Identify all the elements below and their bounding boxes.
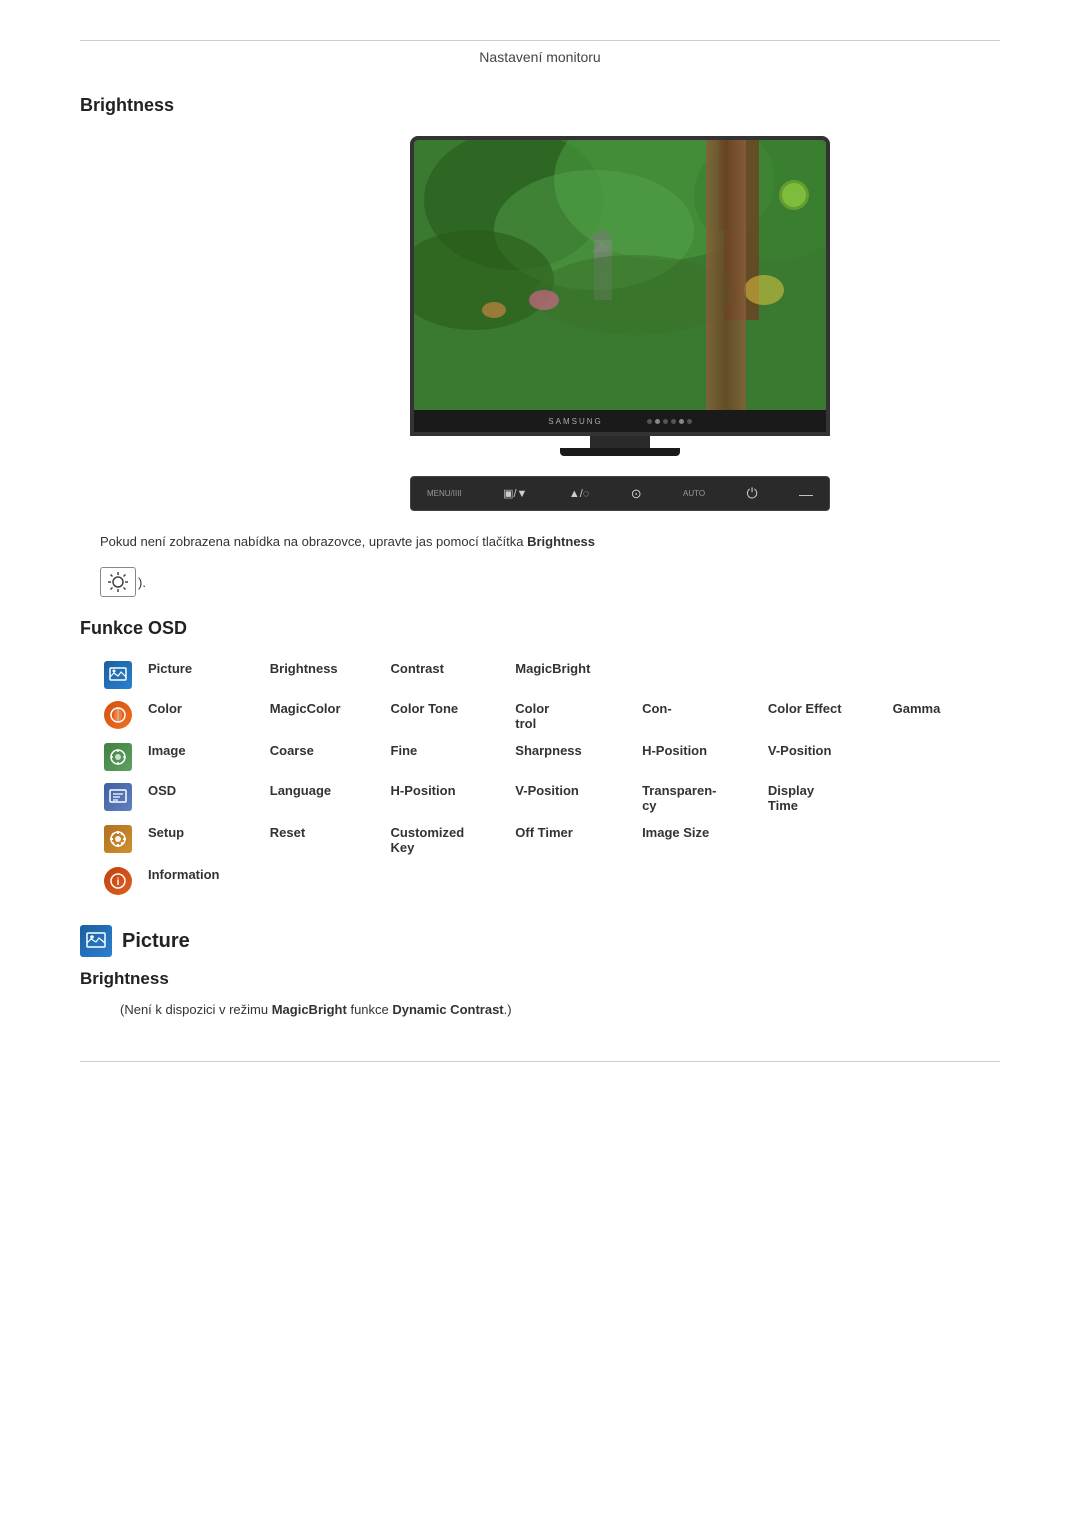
monitor-dot-4 xyxy=(671,419,676,424)
svg-text:i: i xyxy=(117,877,120,888)
osd-item-hposition2: H-Position xyxy=(387,777,512,819)
osd-item-vposition1: V-Position xyxy=(764,737,889,777)
instruction-block: Pokud není zobrazena nabídka na obrazovc… xyxy=(80,531,1000,598)
osd-item-imagesize: Image Size xyxy=(638,819,764,861)
monitor-dot-3 xyxy=(663,419,668,424)
ctrl-auto-label: AUTO xyxy=(683,489,705,498)
osd-label-osd: OSD xyxy=(144,777,266,819)
sun-icon xyxy=(107,571,129,593)
ctrl-nav2: ▲/◌ xyxy=(569,488,589,500)
osd-icon-image-cell xyxy=(100,737,144,777)
osd-item-reset: Reset xyxy=(266,819,387,861)
picture-title-row: Picture xyxy=(80,925,1000,957)
osd-item-fine: Fine xyxy=(387,737,512,777)
image-icon-svg xyxy=(108,747,128,767)
funkce-osd-title: Funkce OSD xyxy=(80,618,1000,639)
osd-item-magicbright: MagicBright xyxy=(511,655,638,695)
osd-item-colortrol: Colortrol xyxy=(511,695,638,737)
picture-section-title: Picture xyxy=(122,930,190,953)
osd-label-information: Information xyxy=(144,861,266,901)
note-bold2: Dynamic Contrast xyxy=(392,1002,503,1017)
osd-row-picture: Picture Brightness Contrast MagicBright xyxy=(100,655,1000,695)
monitor-dot-2 xyxy=(655,419,660,424)
top-rule xyxy=(80,40,1000,41)
osd-item-magiccolor: MagicColor xyxy=(266,695,387,737)
setup-icon-svg xyxy=(108,829,128,849)
bottom-rule xyxy=(80,1061,1000,1062)
instruction-text: Pokud není zobrazena nabídka na obrazovc… xyxy=(90,531,1000,553)
osd-item-coloreffect: Color Effect xyxy=(764,695,889,737)
monitor-dot-6 xyxy=(687,419,692,424)
osd-item-transparency: Transparen-cy xyxy=(638,777,764,819)
osd-item-language: Language xyxy=(266,777,387,819)
osd-row-information: i Information xyxy=(100,861,1000,901)
osd-icon-setup-cell xyxy=(100,819,144,861)
instruction-paren: ). xyxy=(138,575,146,590)
osd-item-brightness: Brightness xyxy=(266,655,387,695)
note-bold1: MagicBright xyxy=(272,1002,347,1017)
osd-label-picture: Picture xyxy=(144,655,266,695)
note-text: (Není k dispozici v režimu MagicBright f… xyxy=(80,999,1000,1021)
section-brightness-title: Brightness xyxy=(80,95,1000,116)
osd-item-displaytime: DisplayTime xyxy=(764,777,889,819)
osd-icon-color-cell xyxy=(100,695,144,737)
ctrl-nav1: ▣/▼ xyxy=(503,487,527,500)
osd-item-vposition2: V-Position xyxy=(511,777,638,819)
osd-item-coarse: Coarse xyxy=(266,737,387,777)
ctrl-minus: — xyxy=(799,486,813,502)
osd-row-image: Image Coarse Fine Sharpness H-Position V… xyxy=(100,737,1000,777)
monitor-dots xyxy=(647,419,692,424)
osd-row-osd: OSD Language H-Position V-Position Trans… xyxy=(100,777,1000,819)
brightness-icon-container: ). xyxy=(100,567,146,597)
picture-section: Picture Brightness (Není k dispozici v r… xyxy=(80,925,1000,1021)
osd-table: Picture Brightness Contrast MagicBright xyxy=(100,655,1000,901)
brightness-button-icon xyxy=(100,567,136,597)
information-icon-svg: i xyxy=(109,872,127,890)
osd-row-color: Color MagicColor Color Tone Colortrol Co… xyxy=(100,695,1000,737)
control-bar: MENU/IIII ▣/▼ ▲/◌ ⊙ AUTO ⏻ — xyxy=(410,476,830,511)
osd-item-customizedkey: CustomizedKey xyxy=(387,819,512,861)
osd-icon-osd-cell xyxy=(100,777,144,819)
osd-icon-picture-cell xyxy=(100,655,144,695)
ctrl-auto: AUTO xyxy=(683,489,705,498)
monitor-dot-5 xyxy=(679,419,684,424)
ctrl-menu-label: MENU/IIII xyxy=(427,489,462,498)
ctrl-nav3: ⊙ xyxy=(631,486,642,502)
osd-icon xyxy=(104,783,132,811)
osd-label-color: Color xyxy=(144,695,266,737)
monitor-stand xyxy=(590,436,650,448)
monitor-frame: SAMSUNG xyxy=(410,136,830,436)
page-title: Nastavení monitoru xyxy=(80,49,1000,65)
osd-item-colortone: Color Tone xyxy=(387,695,512,737)
picture-section-icon-svg xyxy=(85,930,107,952)
monitor-screen xyxy=(414,140,826,410)
samsung-logo: SAMSUNG xyxy=(548,417,602,426)
osd-label-image: Image xyxy=(144,737,266,777)
osd-item-hposition1: H-Position xyxy=(638,737,764,777)
osd-icon-svg xyxy=(108,787,128,807)
osd-icon-information-cell: i xyxy=(100,861,144,901)
osd-item-offtimer: Off Timer xyxy=(511,819,638,861)
monitor-dot-1 xyxy=(647,419,652,424)
monitor-bottom-bar: SAMSUNG xyxy=(414,410,826,432)
osd-item-contrast: Contrast xyxy=(387,655,512,695)
image-icon xyxy=(104,743,132,771)
osd-item-con: Con- xyxy=(638,695,764,737)
picture-icon xyxy=(104,661,132,689)
ctrl-menu: MENU/IIII xyxy=(427,489,462,498)
picture-icon-svg xyxy=(108,665,128,685)
osd-item-sharpness: Sharpness xyxy=(511,737,638,777)
information-icon: i xyxy=(104,867,132,895)
brightness-sub-title: Brightness xyxy=(80,969,1000,989)
osd-row-setup: Setup Reset CustomizedKey Off Timer Imag… xyxy=(100,819,1000,861)
color-icon-svg xyxy=(109,706,127,724)
osd-item-gamma: Gamma xyxy=(889,695,1000,737)
picture-section-icon xyxy=(80,925,112,957)
color-icon xyxy=(104,701,132,729)
monitor-base xyxy=(560,448,680,456)
osd-label-setup: Setup xyxy=(144,819,266,861)
ctrl-power: ⏻ xyxy=(747,485,758,502)
setup-icon xyxy=(104,825,132,853)
monitor-image-area: SAMSUNG MENU/IIII ▣/▼ ▲/ xyxy=(240,136,1000,511)
